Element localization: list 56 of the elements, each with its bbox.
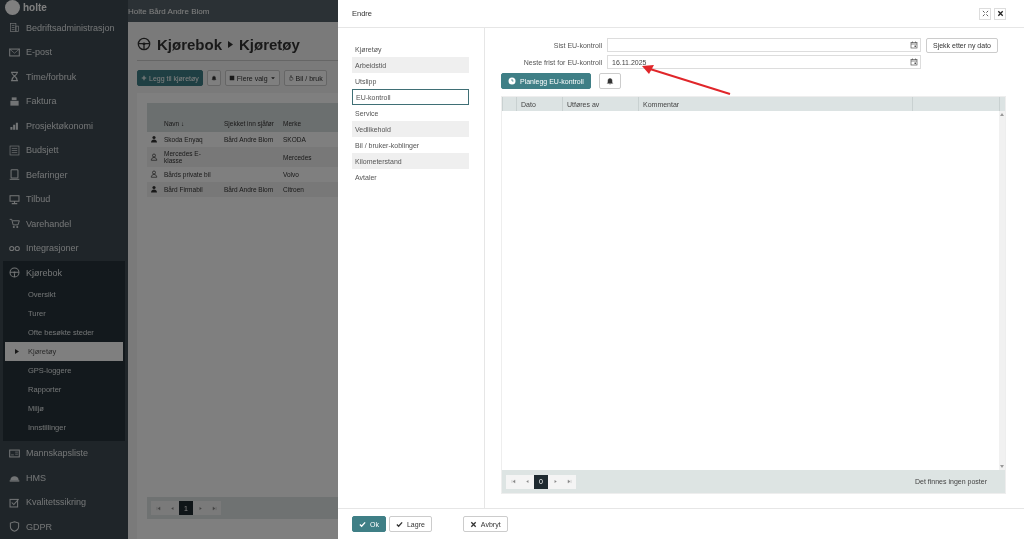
page-title: Kjøretøy: [239, 35, 300, 53]
sidebar-item[interactable]: E-post: [3, 40, 125, 65]
sidebar-item[interactable]: Bedriftsadministrasjon: [3, 15, 125, 40]
bell-icon: [605, 77, 614, 85]
sidebar-item[interactable]: HMS: [3, 465, 125, 490]
plus-icon: [141, 75, 147, 81]
sidebar-item[interactable]: Tilbud: [3, 187, 125, 212]
building-icon: [9, 22, 20, 34]
expand-icon: [981, 10, 989, 17]
user-name: Holte Bård Andre Blom: [128, 6, 210, 16]
id-card-icon: [9, 447, 20, 459]
calendar-icon[interactable]: [910, 58, 918, 66]
tablet-icon: [9, 169, 20, 181]
cart-icon: [9, 218, 20, 230]
steering-wheel-icon: [9, 267, 20, 279]
cash-register-icon: [9, 95, 20, 107]
scroll-down-icon[interactable]: [1000, 465, 1004, 468]
presentation-icon: [9, 193, 20, 205]
sidebar-item[interactable]: Integrasjoner: [3, 236, 125, 261]
date-field[interactable]: [607, 38, 921, 52]
breadcrumb-item[interactable]: Kjørebok: [157, 35, 222, 53]
scroll-up-icon[interactable]: [1000, 113, 1004, 116]
close-button[interactable]: [994, 7, 1006, 20]
steering-wheel-icon: [137, 37, 151, 51]
caret-icon: [228, 40, 233, 48]
caret-icon: [269, 75, 276, 81]
sidebar-item[interactable]: Varehandel: [3, 211, 125, 236]
close-icon: [996, 10, 1004, 17]
check-icon: [359, 520, 366, 528]
sidebar-item[interactable]: Time/forbruk: [3, 64, 125, 89]
checkbox-icon: [9, 496, 20, 508]
sidebar-item[interactable]: Befaringer: [3, 162, 125, 187]
shield-icon: [9, 521, 20, 533]
maximize-button[interactable]: [979, 7, 991, 20]
close-icon: [469, 520, 477, 528]
notification-button[interactable]: [598, 73, 621, 89]
clock-icon: [508, 77, 516, 85]
envelope-icon: [9, 46, 20, 58]
list-icon: [228, 75, 235, 81]
sidebar-item[interactable]: Budsjett: [3, 138, 125, 163]
sidebar-item[interactable]: Mannskapsliste: [3, 441, 125, 466]
check-icon: [395, 520, 403, 528]
sidebar-item[interactable]: Kvalitetssikring: [3, 490, 125, 515]
caret-icon: [15, 349, 19, 354]
sidebar-item[interactable]: Kjørebok: [3, 260, 125, 285]
scrollbar[interactable]: [999, 111, 1005, 470]
logo-text: holte: [23, 2, 47, 14]
calendar-icon[interactable]: [910, 41, 918, 49]
sidebar-item[interactable]: GDPR: [3, 514, 125, 539]
bell-icon: [210, 75, 217, 81]
list-icon: [9, 144, 20, 156]
hand-icon: [287, 75, 294, 81]
bar-chart-icon: [9, 120, 20, 132]
sidebar-item[interactable]: Prosjektøkonomi: [3, 113, 125, 138]
hourglass-icon: [9, 71, 20, 83]
sidebar-item[interactable]: Faktura: [3, 89, 125, 114]
